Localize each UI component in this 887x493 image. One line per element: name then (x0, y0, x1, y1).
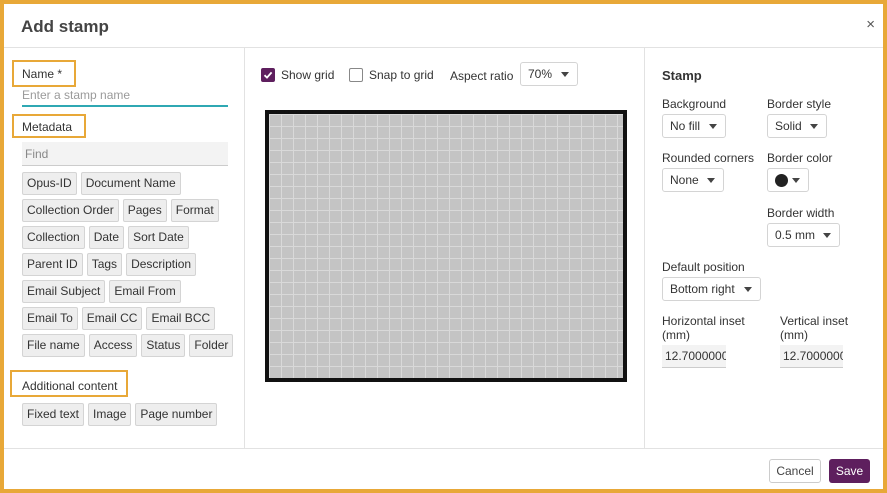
metadata-chip[interactable]: Folder (189, 334, 234, 357)
vertical-inset-input[interactable] (780, 345, 843, 368)
border-width-label: Border width (767, 206, 835, 220)
image-chip[interactable]: Image (88, 403, 132, 426)
dialog-title: Add stamp (21, 17, 109, 36)
metadata-chip[interactable]: Document Name (80, 172, 181, 195)
stamp-name-input[interactable] (22, 85, 228, 107)
metadata-chip[interactable]: File name (22, 334, 85, 357)
chip-row: Email Subject Email From (22, 280, 242, 303)
fixed-text-chip[interactable]: Fixed text (22, 403, 85, 426)
border-color-picker[interactable] (767, 168, 809, 192)
border-style-select[interactable]: Solid (767, 114, 827, 138)
metadata-chip[interactable]: Status (141, 334, 186, 357)
metadata-chip[interactable]: Collection Order (22, 199, 119, 222)
aspect-ratio-value: 70% (528, 67, 553, 81)
horizontal-inset-title: Horizontal inset (662, 314, 745, 328)
cancel-button[interactable]: Cancel (769, 459, 821, 483)
name-label: Name * (22, 67, 63, 81)
vertical-inset-label: Vertical inset (mm) (780, 314, 848, 342)
border-width-select[interactable]: 0.5 mm (767, 223, 840, 247)
metadata-find-input[interactable] (22, 142, 228, 166)
chip-row: File name Access Status Folder (22, 334, 242, 357)
stamp-canvas-border (265, 110, 627, 382)
snap-to-grid-checkbox[interactable]: Snap to grid (349, 68, 434, 82)
rounded-corners-value: None (670, 173, 699, 187)
aspect-ratio-label: Aspect ratio (450, 69, 514, 83)
metadata-chip[interactable]: Opus-ID (22, 172, 77, 195)
additional-content-label: Additional content (22, 379, 118, 393)
background-select[interactable]: No fill (662, 114, 726, 138)
chip-row: Collection Order Pages Format (22, 199, 242, 222)
color-swatch-icon (775, 173, 788, 187)
dialog-header: Add stamp × (4, 4, 883, 48)
aspect-ratio-select[interactable]: 70% (520, 62, 578, 86)
chip-row: Opus-ID Document Name (22, 172, 242, 195)
metadata-chip[interactable]: Tags (86, 253, 123, 276)
dialog-footer: Cancel Save (4, 448, 883, 489)
additional-chips: Fixed text Image Page number (22, 403, 242, 426)
border-style-value: Solid (775, 119, 802, 133)
metadata-chips: Opus-ID Document Name Collection Order P… (22, 172, 242, 357)
snap-to-grid-label: Snap to grid (369, 68, 434, 82)
default-position-label: Default position (662, 260, 745, 274)
metadata-chip[interactable]: Email BCC (146, 307, 216, 330)
background-label: Background (662, 97, 727, 111)
chip-row: Collection Date Sort Date (22, 226, 242, 249)
chip-row: Email To Email CC Email BCC (22, 307, 242, 330)
close-icon[interactable]: × (866, 16, 875, 33)
metadata-chip[interactable]: Access (88, 334, 138, 357)
chevron-down-icon (709, 123, 717, 129)
chevron-down-icon (810, 123, 818, 129)
metadata-chip[interactable]: Format (170, 199, 219, 222)
chevron-down-icon (561, 71, 569, 77)
add-stamp-dialog: Add stamp × Name * Metadata Opus-ID Docu… (4, 4, 883, 489)
stamp-properties-panel: Stamp Background No fill Border style So… (646, 48, 883, 448)
metadata-chip[interactable]: Pages (122, 199, 167, 222)
metadata-chip[interactable]: Email To (22, 307, 78, 330)
metadata-chip[interactable]: Collection (22, 226, 85, 249)
save-button[interactable]: Save (829, 459, 870, 483)
metadata-chip[interactable]: Date (88, 226, 125, 249)
rounded-corners-label: Rounded corners (662, 151, 755, 165)
metadata-chip[interactable]: Sort Date (128, 226, 189, 249)
border-color-label: Border color (767, 151, 833, 165)
stamp-editor-panel: Show grid Snap to grid Aspect ratio 70% (246, 48, 645, 448)
metadata-chip[interactable]: Parent ID (22, 253, 83, 276)
stamp-section-title: Stamp (662, 68, 702, 83)
checkbox-checked-icon (261, 68, 275, 82)
stamp-canvas[interactable] (269, 114, 623, 378)
horizontal-inset-input[interactable] (662, 345, 726, 368)
chevron-down-icon (707, 177, 715, 183)
chip-row: Fixed text Image Page number (22, 403, 242, 426)
border-style-label: Border style (767, 97, 832, 111)
chevron-down-icon (792, 177, 800, 183)
chevron-down-icon (744, 286, 752, 292)
show-grid-checkbox[interactable]: Show grid (261, 68, 334, 82)
metadata-label: Metadata (22, 120, 73, 134)
metadata-chip[interactable]: Email From (109, 280, 181, 303)
border-width-value: 0.5 mm (775, 228, 816, 242)
page-number-chip[interactable]: Page number (135, 403, 218, 426)
fields-panel: Name * Metadata Opus-ID Document Name Co… (4, 48, 245, 448)
chevron-down-icon (823, 232, 831, 238)
default-position-value: Bottom right (670, 282, 735, 296)
metadata-chip[interactable]: Email Subject (22, 280, 106, 303)
vertical-inset-unit: (mm) (780, 328, 808, 342)
horizontal-inset-label: Horizontal inset (mm) (662, 314, 745, 342)
metadata-chip[interactable]: Description (126, 253, 197, 276)
checkbox-unchecked-icon (349, 68, 363, 82)
horizontal-inset-unit: (mm) (662, 328, 690, 342)
rounded-corners-select[interactable]: None (662, 168, 724, 192)
chip-row: Parent ID Tags Description (22, 253, 242, 276)
metadata-chip[interactable]: Email CC (81, 307, 143, 330)
vertical-inset-title: Vertical inset (780, 314, 849, 328)
background-value: No fill (670, 119, 701, 133)
default-position-select[interactable]: Bottom right (662, 277, 761, 301)
show-grid-label: Show grid (281, 68, 335, 82)
